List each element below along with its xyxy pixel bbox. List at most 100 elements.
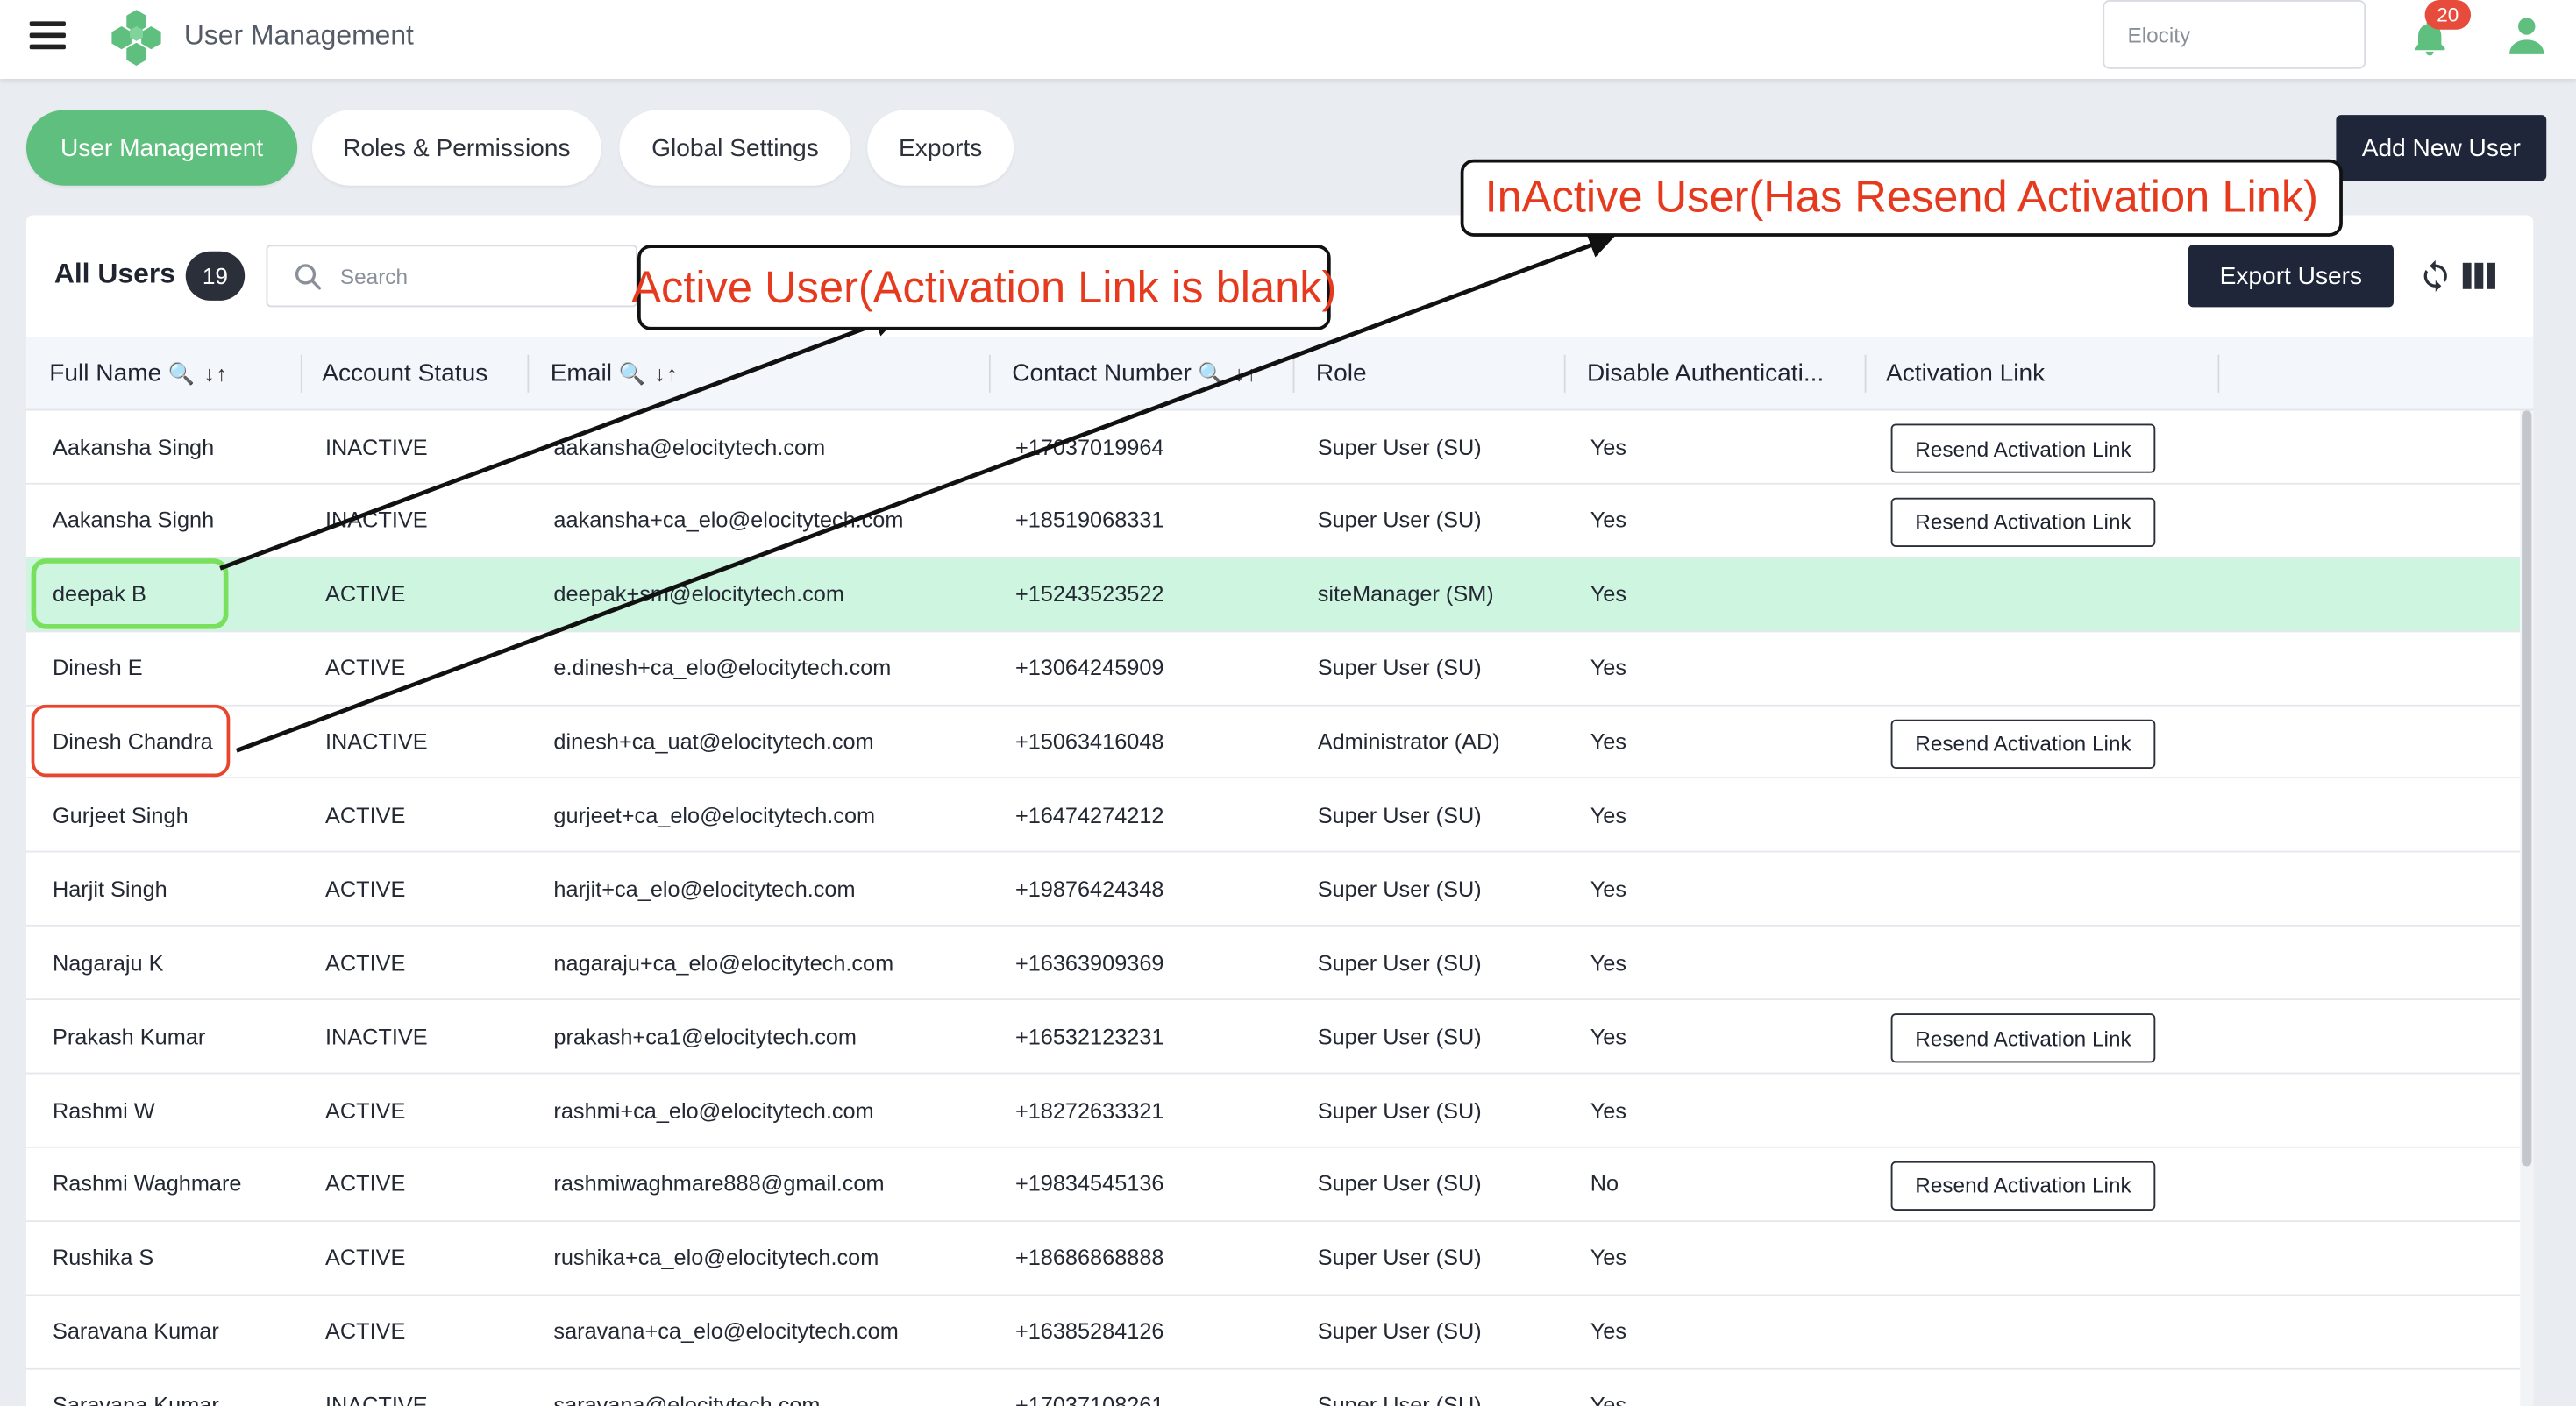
column-header-disable-authentication[interactable]: Disable Authenticati... (1587, 337, 1867, 410)
cell-account-status: ACTIVE (324, 950, 406, 976)
resend-activation-link-button[interactable]: Resend Activation Link (1890, 1013, 2156, 1063)
cell-email: deepak+sm@elocitytech.com (553, 581, 844, 607)
columns-icon[interactable] (2462, 261, 2495, 291)
table-row[interactable]: Aakansha Signh INACTIVE aakansha+ca_elo@el… (25, 484, 2521, 558)
vertical-scrollbar[interactable] (2520, 410, 2534, 1406)
tenant-selector[interactable]: Elocity (2103, 0, 2366, 69)
cell-role: Super User (SU) (1317, 1245, 1482, 1271)
table-row[interactable]: deepak B ACTIVE deepak+sm@elocitytech.com +… (25, 557, 2521, 632)
hamburger-menu-icon[interactable] (29, 21, 66, 51)
top-app-bar: User Management Elocity 20 (0, 0, 2576, 79)
tab-user-management[interactable]: User Management (25, 110, 298, 186)
export-users-button[interactable]: Export Users (2188, 245, 2394, 308)
cell-account-status: ACTIVE (324, 877, 406, 902)
cell-email: rashmi+ca_elo@elocitytech.com (553, 1097, 874, 1123)
search-box (266, 245, 637, 308)
table-row[interactable]: Saravana Kumar ACTIVE saravana+ca_elo@eloc… (25, 1295, 2521, 1369)
table-row[interactable]: Nagaraju K ACTIVE nagaraju+ca_elo@elocityt… (25, 927, 2521, 1001)
search-sort-icon[interactable]: 🔍 ↓↑ (1198, 360, 1258, 387)
cell-account-status: ACTIVE (324, 1245, 406, 1271)
cell-contact-number: +15243523522 (1014, 581, 1164, 607)
user-count-badge: 19 (185, 251, 246, 301)
column-header-account-status[interactable]: Account Status (322, 337, 530, 410)
cell-full-name: Rushika S (52, 1245, 154, 1271)
table-row[interactable]: Saravana Kumar INACTIVE saravana@elocityte… (25, 1368, 2521, 1406)
cell-disable-authentication: Yes (1590, 581, 1627, 607)
column-header-email[interactable]: Email 🔍 ↓↑ (551, 337, 991, 410)
search-sort-icon[interactable]: 🔍 ↓↑ (618, 360, 679, 387)
cell-account-status: ACTIVE (324, 803, 406, 828)
cell-full-name: Harjit Singh (52, 877, 167, 902)
search-input[interactable] (339, 259, 620, 293)
cell-disable-authentication: Yes (1590, 1319, 1627, 1345)
cell-role: Super User (SU) (1317, 1024, 1482, 1049)
cell-account-status: INACTIVE (324, 1024, 428, 1049)
column-header-full-name[interactable]: Full Name 🔍 ↓↑ (49, 337, 302, 410)
resend-activation-link-button[interactable]: Resend Activation Link (1890, 423, 2156, 473)
cell-role: siteManager (SM) (1317, 581, 1494, 607)
active-user-highlight-ring (31, 558, 229, 629)
cell-account-status: INACTIVE (324, 508, 428, 533)
column-header-activation-link[interactable]: Activation Link (1886, 337, 2220, 410)
cell-full-name: Rashmi Waghmare (52, 1171, 242, 1197)
search-sort-icon[interactable]: 🔍 ↓↑ (168, 360, 229, 387)
active-user-callout: Active User(Activation Link is blank) (631, 245, 1336, 330)
cell-account-status: ACTIVE (324, 655, 406, 681)
cell-contact-number: +13064245909 (1014, 655, 1164, 681)
table-row[interactable]: Rashmi W ACTIVE rashmi+ca_elo@elocitytech.… (25, 1074, 2521, 1148)
table-row[interactable]: Rushika S ACTIVE rushika+ca_elo@elocitytec… (25, 1221, 2521, 1296)
table-row[interactable]: Rashmi Waghmare ACTIVE rashmiwaghmare888@g… (25, 1147, 2521, 1222)
cell-email: rushika+ca_elo@elocitytech.com (553, 1245, 879, 1271)
cell-contact-number: +17037108261 (1014, 1393, 1164, 1406)
cell-email: saravana@elocitytech.com (553, 1393, 821, 1406)
cell-role: Super User (SU) (1317, 1393, 1482, 1406)
cell-contact-number: +18686868888 (1014, 1245, 1164, 1271)
refresh-icon[interactable] (2418, 258, 2452, 294)
column-header-role[interactable]: Role (1316, 337, 1566, 410)
table-row[interactable]: Gurjeet Singh ACTIVE gurjeet+ca_elo@elocit… (25, 779, 2521, 854)
table-row[interactable]: Prakash Kumar INACTIVE prakash+ca1@elocity… (25, 1000, 2521, 1075)
cell-role: Administrator (AD) (1317, 729, 1500, 755)
tab-exports[interactable]: Exports (867, 110, 1014, 186)
table-row[interactable]: Dinesh E ACTIVE e.dinesh+ca_elo@elocitytec… (25, 631, 2521, 706)
table-row[interactable]: Harjit Singh ACTIVE harjit+ca_elo@elocityt… (25, 853, 2521, 927)
honeycomb-logo-icon (111, 10, 161, 66)
column-header-contact-number[interactable]: Contact Number 🔍 ↓↑ (1012, 337, 1295, 410)
scrollbar-thumb[interactable] (2522, 410, 2532, 1167)
resend-activation-link-button[interactable]: Resend Activation Link (1890, 718, 2156, 769)
cell-role: Super User (SU) (1317, 655, 1482, 681)
cell-email: saravana+ca_elo@elocitytech.com (553, 1319, 899, 1345)
tab-roles-permissions[interactable]: Roles & Permissions (312, 110, 601, 186)
cell-role: Super User (SU) (1317, 803, 1482, 828)
cell-role: Super User (SU) (1317, 877, 1482, 902)
cell-account-status: INACTIVE (324, 729, 428, 755)
cell-email: prakash+ca1@elocitytech.com (553, 1024, 857, 1049)
inactive-user-callout: InActive User(Has Resend Activation Link… (1460, 159, 2343, 237)
cell-full-name: Prakash Kumar (52, 1024, 206, 1049)
table-row[interactable]: Aakansha Singh INACTIVE aakansha@elocityte… (25, 410, 2521, 485)
app-title: User Management (183, 19, 414, 52)
cell-full-name: Nagaraju K (52, 950, 164, 976)
cell-contact-number: +16532123231 (1014, 1024, 1164, 1049)
resend-activation-link-button[interactable]: Resend Activation Link (1890, 497, 2156, 547)
table-body: Aakansha Singh INACTIVE aakansha@elocityte… (25, 410, 2521, 1406)
cell-account-status: ACTIVE (324, 581, 406, 607)
cell-disable-authentication: Yes (1590, 434, 1627, 459)
tab-global-settings[interactable]: Global Settings (619, 110, 851, 186)
cell-email: harjit+ca_elo@elocitytech.com (553, 877, 856, 902)
cell-contact-number: +18519068331 (1014, 508, 1164, 533)
user-profile-icon[interactable] (2507, 15, 2546, 58)
table-row[interactable]: Dinesh Chandra INACTIVE dinesh+ca_uat@eloc… (25, 705, 2521, 780)
cell-account-status: ACTIVE (324, 1171, 406, 1197)
cell-disable-authentication: Yes (1590, 1393, 1627, 1406)
cell-disable-authentication: Yes (1590, 655, 1627, 681)
add-new-user-button[interactable]: Add New User (2336, 115, 2547, 181)
resend-activation-link-button[interactable]: Resend Activation Link (1890, 1161, 2156, 1211)
cell-disable-authentication: Yes (1590, 1024, 1627, 1049)
cell-account-status: ACTIVE (324, 1097, 406, 1123)
cell-contact-number: +16474274212 (1014, 803, 1164, 828)
cell-contact-number: +16385284126 (1014, 1319, 1164, 1345)
cell-contact-number: +19876424348 (1014, 877, 1164, 902)
cell-email: aakansha+ca_elo@elocitytech.com (553, 508, 904, 533)
search-icon (295, 264, 322, 290)
